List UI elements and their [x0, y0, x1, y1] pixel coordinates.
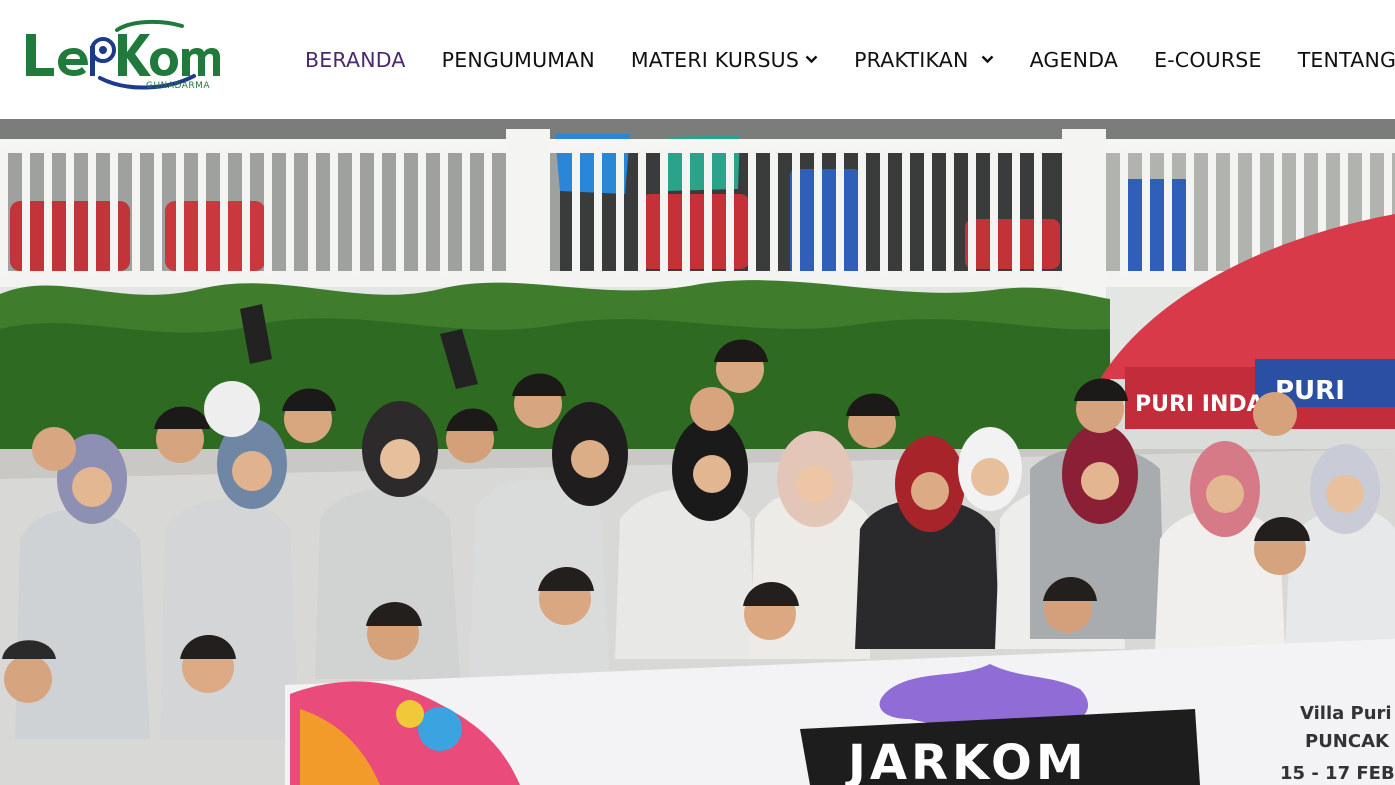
nav-item-pengumuman[interactable]: PENGUMUMAN	[442, 48, 595, 72]
nav-item-praktikan[interactable]: PRAKTIKAN	[854, 48, 993, 72]
nav-item-agenda[interactable]: AGENDA	[1030, 48, 1119, 72]
nav-item-tentang[interactable]: TENTANG	[1298, 48, 1395, 72]
chevron-down-icon	[981, 55, 994, 64]
logo-graphic: GUNADARMA	[26, 19, 220, 90]
hero-photo: PURI INDAH PURI JARKOM Villa Puri PUNCAK…	[0, 119, 1395, 785]
logo-subtext: GUNADARMA	[146, 81, 210, 90]
nav-item-materi-kursus[interactable]: MATERI KURSUS	[631, 48, 818, 72]
lepkom-logo[interactable]: GUNADARMA	[22, 18, 222, 90]
nav-item-e-course[interactable]: E-COURSE	[1154, 48, 1262, 72]
banner-title: JARKOM	[845, 735, 1088, 785]
banner-location: PUNCAK -	[1305, 731, 1395, 752]
banner-location: Villa Puri	[1300, 703, 1392, 724]
banner-dates: 15 - 17 FEBR	[1280, 763, 1395, 784]
main-nav: BERANDA PENGUMUMAN MATERI KURSUS PRAKTIK…	[305, 0, 1395, 119]
hero-image: PURI INDAH PURI JARKOM Villa Puri PUNCAK…	[0, 119, 1395, 785]
nav-label: MATERI KURSUS	[630, 47, 800, 72]
nav-label: BERANDA	[305, 47, 406, 72]
chevron-down-icon	[805, 55, 818, 64]
site-header: GUNADARMA BERANDA PENGUMUMAN MATERI KURS…	[0, 0, 1395, 119]
nav-label: PENGUMUMAN	[441, 47, 595, 72]
nav-label: TENTANG	[1297, 47, 1395, 72]
nav-label: E-COURSE	[1154, 47, 1262, 72]
nav-label: PRAKTIKAN	[854, 47, 969, 72]
nav-label: AGENDA	[1029, 47, 1119, 72]
nav-item-beranda[interactable]: BERANDA	[305, 48, 406, 72]
